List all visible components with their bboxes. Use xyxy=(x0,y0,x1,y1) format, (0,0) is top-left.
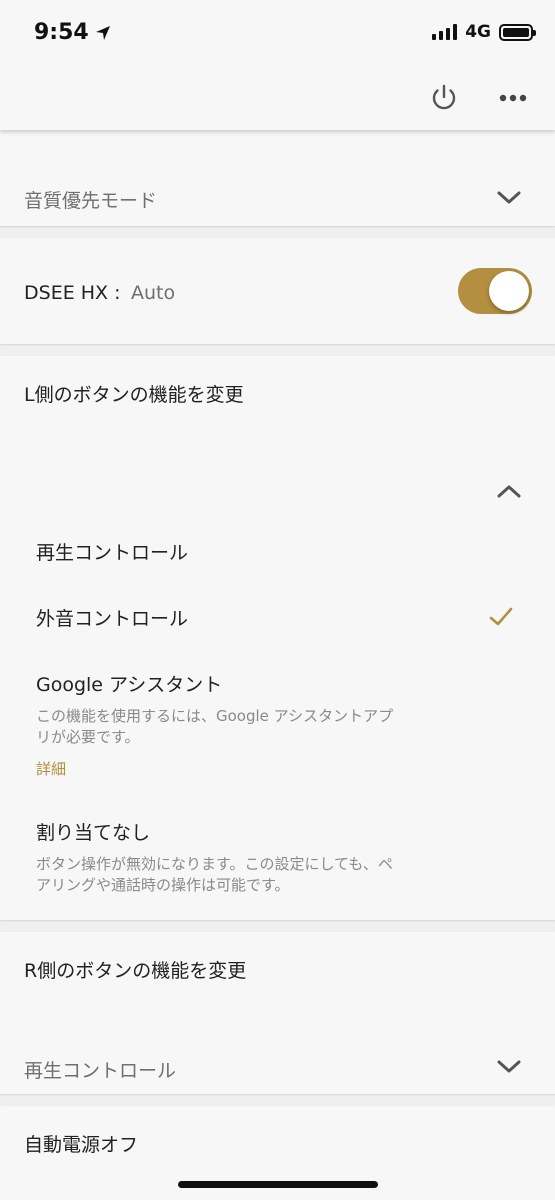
right-button-card: R側のボタンの機能を変更 再生コントロール xyxy=(0,932,555,1094)
chevron-up-icon[interactable] xyxy=(494,476,524,506)
top-bar: 9:54 4G xyxy=(0,0,555,130)
option-label: 再生コントロール xyxy=(36,542,189,564)
right-button-value[interactable]: 再生コントロール xyxy=(24,1056,176,1083)
power-icon[interactable] xyxy=(428,82,460,114)
option-description: ボタン操作が無効になります。この設定にしても、ペ アリングや通話時の操作は可能で… xyxy=(36,855,393,894)
option-label: 割り当てなし xyxy=(36,822,151,844)
details-link[interactable]: 詳細 xyxy=(36,758,446,779)
left-button-title: L側のボタンの機能を変更 xyxy=(24,384,244,406)
chevron-down-icon[interactable] xyxy=(494,183,524,213)
status-time: 9:54 xyxy=(34,20,111,45)
option-label: Google アシスタント xyxy=(36,674,223,696)
auto-power-off-title: 自動電源オフ xyxy=(24,1134,139,1156)
dsee-value: Auto xyxy=(131,282,176,304)
option-ambient-control[interactable]: 外音コントロール xyxy=(36,604,188,631)
battery-icon xyxy=(499,23,536,41)
home-indicator[interactable] xyxy=(178,1181,378,1188)
right-button-title: R側のボタンの機能を変更 xyxy=(24,960,247,982)
sound-mode-card[interactable]: 音質優先モード xyxy=(0,130,555,226)
more-horizontal-icon[interactable] xyxy=(497,86,529,110)
option-playback-control[interactable]: 再生コントロール xyxy=(36,538,188,565)
checkmark-icon xyxy=(489,607,513,626)
option-google-assistant[interactable]: Google アシスタント この機能を使用するには、Google アシスタントア… xyxy=(36,670,446,779)
option-description: この機能を使用するには、Google アシスタントアプ リが必要です。 xyxy=(36,707,394,746)
sound-mode-value: 音質優先モード xyxy=(24,190,158,212)
dsee-toggle[interactable] xyxy=(458,268,532,314)
location-arrow-icon xyxy=(95,25,110,40)
chevron-down-icon[interactable] xyxy=(494,1052,524,1082)
left-button-card: L側のボタンの機能を変更 再生コントロール 外音コントロール Google アシ… xyxy=(0,356,555,920)
network-type: 4G xyxy=(465,22,491,42)
option-label: 外音コントロール xyxy=(36,608,189,630)
status-indicators: 4G xyxy=(432,22,536,42)
dsee-label: DSEE HX : xyxy=(24,282,121,304)
toggle-knob xyxy=(489,271,529,311)
signal-icon xyxy=(432,24,458,40)
option-unassigned[interactable]: 割り当てなし ボタン操作が無効になります。この設定にしても、ペ アリングや通話時… xyxy=(36,818,446,896)
